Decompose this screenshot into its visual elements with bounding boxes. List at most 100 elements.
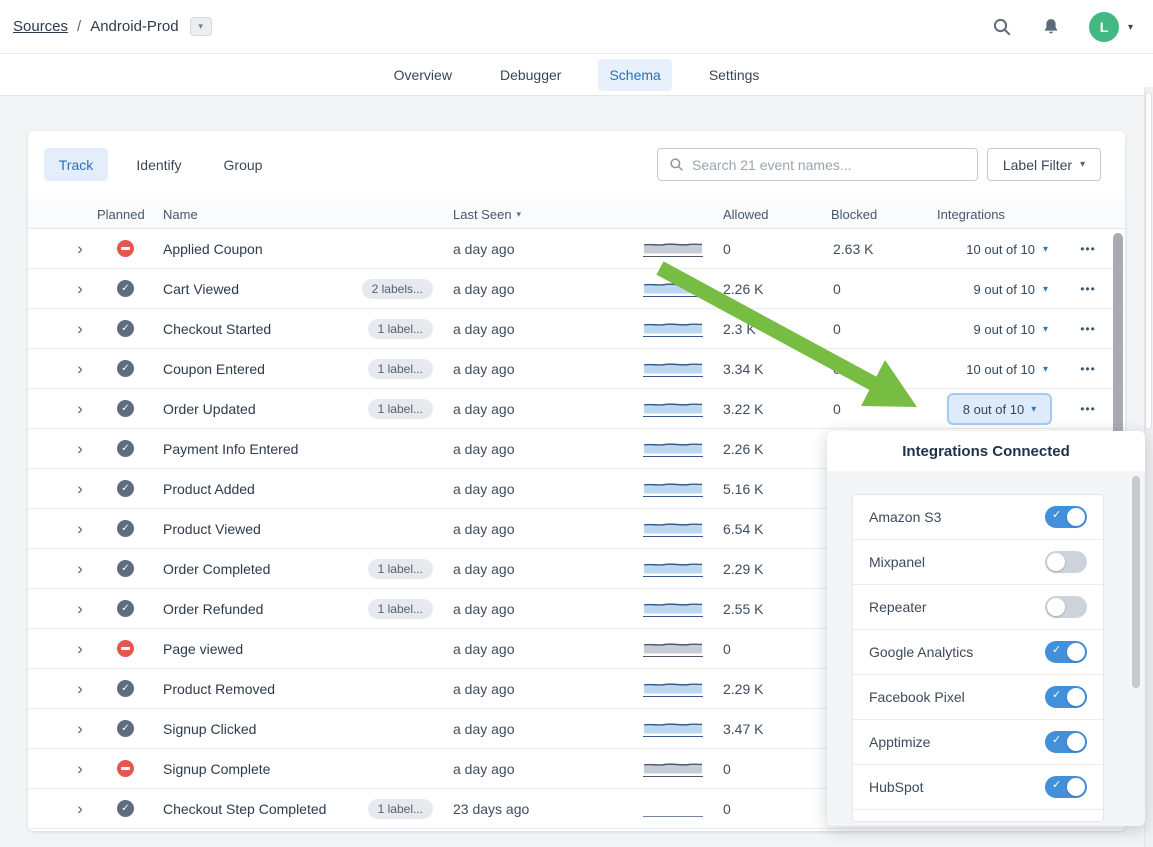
allowed-count: 3.22 K xyxy=(723,389,763,429)
expand-row-chevron[interactable]: › xyxy=(70,229,90,269)
breadcrumb-separator: / xyxy=(77,18,81,35)
source-switcher-button[interactable]: ▾ xyxy=(190,17,212,36)
planned-check-icon: ✓ xyxy=(117,680,134,697)
tab-settings[interactable]: Settings xyxy=(698,59,771,91)
blocked-count: 0 xyxy=(833,389,841,429)
event-name: Applied Coupon xyxy=(163,229,263,269)
row-menu-button[interactable]: ••• xyxy=(1070,349,1106,389)
integration-item-google-analytics: Google Analytics ✓ xyxy=(853,630,1103,675)
expand-row-chevron[interactable]: › xyxy=(70,309,90,349)
page-scrollbar-thumb[interactable] xyxy=(1145,92,1152,430)
tab-schema[interactable]: Schema xyxy=(598,59,671,91)
integrations-dropdown[interactable]: 9 out of 10 ▾ xyxy=(908,309,1048,349)
volume-sparkline xyxy=(643,399,703,419)
volume-sparkline xyxy=(643,679,703,699)
table-row: › ✓ Checkout Started 1 label... a day ag… xyxy=(28,309,1125,349)
expand-row-chevron[interactable]: › xyxy=(70,469,90,509)
breadcrumb-sources-link[interactable]: Sources xyxy=(13,18,68,35)
check-icon: ✓ xyxy=(1052,780,1061,791)
planned-check-icon: ✓ xyxy=(117,360,134,377)
allowed-count: 6.54 K xyxy=(723,509,763,549)
allowed-count: 2.29 K xyxy=(723,669,763,709)
integration-name: Facebook Pixel xyxy=(869,689,1045,705)
table-row: › ✓ Order Updated 1 label... a day ago 3… xyxy=(28,389,1125,429)
allowed-count: 2.26 K xyxy=(723,429,763,469)
event-name: Checkout Step Completed xyxy=(163,789,326,829)
tab-debugger[interactable]: Debugger xyxy=(489,59,573,91)
column-header-last-seen[interactable]: Last Seen▾ xyxy=(453,199,521,229)
integration-toggle[interactable]: ✓ xyxy=(1045,776,1087,798)
integration-name: Apptimize xyxy=(869,734,1045,750)
expand-row-chevron[interactable]: › xyxy=(70,669,90,709)
search-input[interactable] xyxy=(692,157,977,173)
integration-name: Mixpanel xyxy=(869,554,1045,570)
column-header-integrations: Integrations xyxy=(937,199,1005,229)
unplanned-minus-icon xyxy=(117,240,134,257)
integration-toggle[interactable]: ✓ xyxy=(1045,731,1087,753)
last-seen: a day ago xyxy=(453,309,515,349)
planned-check-icon: ✓ xyxy=(117,280,134,297)
allowed-count: 2.29 K xyxy=(723,549,763,589)
expand-row-chevron[interactable]: › xyxy=(70,629,90,669)
planned-check-icon: ✓ xyxy=(117,440,134,457)
label-filter-button[interactable]: Label Filter ▾ xyxy=(987,148,1101,181)
volume-sparkline xyxy=(643,639,703,659)
volume-sparkline xyxy=(643,279,703,299)
allowed-count: 3.34 K xyxy=(723,349,763,389)
event-name: Signup Complete xyxy=(163,749,270,789)
expand-row-chevron[interactable]: › xyxy=(70,589,90,629)
expand-row-chevron[interactable]: › xyxy=(70,549,90,589)
integration-toggle[interactable] xyxy=(1045,551,1087,573)
breadcrumb-current-source: Android-Prod xyxy=(90,18,178,35)
row-menu-button[interactable]: ••• xyxy=(1070,229,1106,269)
expand-row-chevron[interactable]: › xyxy=(70,509,90,549)
blocked-count: 2.63 K xyxy=(833,229,873,269)
integrations-count: 9 out of 10 xyxy=(974,322,1035,337)
planned-check-icon: ✓ xyxy=(117,560,134,577)
expand-row-chevron[interactable]: › xyxy=(70,429,90,469)
last-seen: a day ago xyxy=(453,469,515,509)
panel-scrollbar-thumb[interactable] xyxy=(1132,476,1140,688)
expand-row-chevron[interactable]: › xyxy=(70,349,90,389)
page-scrollbar[interactable] xyxy=(1144,87,1153,847)
integration-name: Google Analytics xyxy=(869,644,1045,660)
integrations-dropdown[interactable]: 8 out of 10 ▾ xyxy=(947,393,1052,425)
row-menu-button[interactable]: ••• xyxy=(1070,309,1106,349)
labels-badge: 2 labels... xyxy=(362,279,433,299)
search-button[interactable] xyxy=(991,16,1013,38)
blocked-count: 0 xyxy=(833,269,841,309)
expand-row-chevron[interactable]: › xyxy=(70,269,90,309)
integrations-dropdown[interactable]: 10 out of 10 ▾ xyxy=(908,229,1048,269)
integrations-dropdown[interactable]: 9 out of 10 ▾ xyxy=(908,269,1048,309)
toggle-knob xyxy=(1067,688,1085,706)
last-seen: a day ago xyxy=(453,269,515,309)
volume-sparkline xyxy=(643,239,703,259)
expand-row-chevron[interactable]: › xyxy=(70,749,90,789)
tab-overview[interactable]: Overview xyxy=(383,59,463,91)
labels-badge: 1 label... xyxy=(368,399,433,419)
volume-sparkline xyxy=(643,799,703,819)
notifications-button[interactable] xyxy=(1040,16,1062,38)
row-menu-button[interactable]: ••• xyxy=(1070,269,1106,309)
integration-toggle[interactable]: ✓ xyxy=(1045,686,1087,708)
integration-toggle[interactable]: ✓ xyxy=(1045,506,1087,528)
expand-row-chevron[interactable]: › xyxy=(70,389,90,429)
volume-sparkline xyxy=(643,519,703,539)
expand-row-chevron[interactable]: › xyxy=(70,789,90,829)
account-menu[interactable]: L ▾ xyxy=(1089,12,1133,42)
integration-toggle[interactable]: ✓ xyxy=(1045,641,1087,663)
type-tab-track[interactable]: Track xyxy=(44,148,108,181)
type-tab-group[interactable]: Group xyxy=(208,148,278,181)
integration-toggle[interactable] xyxy=(1045,596,1087,618)
integrations-popover-header: Integrations Connected xyxy=(827,431,1145,471)
type-tab-identify[interactable]: Identify xyxy=(124,148,194,181)
table-header: PlannedNameLast Seen▾AllowedBlockedInteg… xyxy=(28,199,1125,229)
label-filter-text: Label Filter xyxy=(1003,157,1072,173)
volume-sparkline xyxy=(643,319,703,339)
integrations-dropdown[interactable]: 10 out of 10 ▾ xyxy=(908,349,1048,389)
row-menu-button[interactable]: ••• xyxy=(1070,389,1106,429)
event-name: Signup Clicked xyxy=(163,709,256,749)
volume-sparkline xyxy=(643,759,703,779)
expand-row-chevron[interactable]: › xyxy=(70,709,90,749)
volume-sparkline xyxy=(643,439,703,459)
